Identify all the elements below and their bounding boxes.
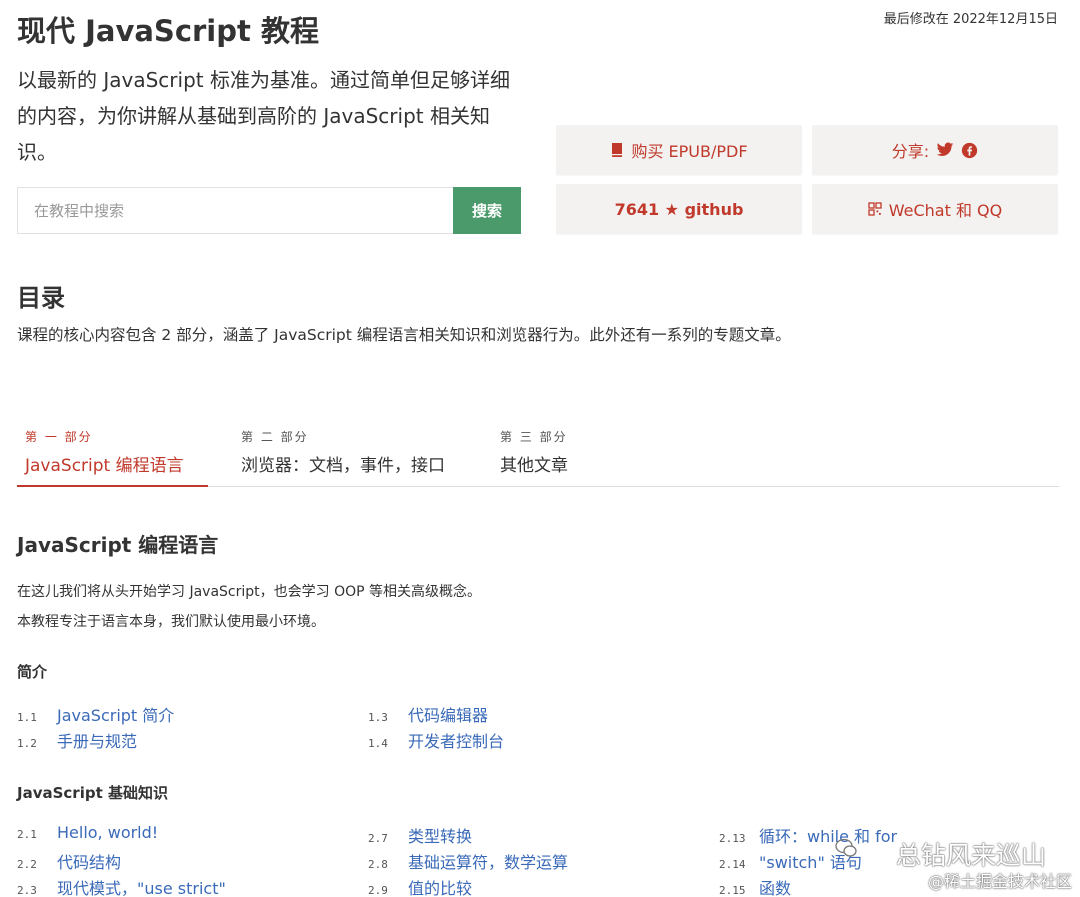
lesson-number: 2.8 — [368, 858, 388, 871]
lesson-item[interactable]: 2.13 循环：while 和 for — [719, 823, 897, 847]
lesson-link[interactable]: JavaScript 简介 — [57, 702, 174, 726]
lesson-item[interactable]: 2.9 值的比较 — [368, 875, 472, 897]
tab-title: JavaScript 编程语言 — [25, 456, 184, 476]
share-label: 分享: — [891, 142, 930, 161]
github-button[interactable]: 7641 ★ github — [556, 184, 802, 234]
section-title: 简介 — [17, 663, 48, 681]
wechat-watermark-icon — [835, 838, 857, 858]
lesson-item[interactable]: 2.2 代码结构 — [17, 849, 121, 873]
book-icon — [610, 142, 624, 158]
lesson-number: 2.14 — [719, 858, 746, 871]
share-button: 分享: — [812, 125, 1058, 175]
toc-heading: 目录 — [17, 284, 65, 312]
lesson-number: 2.3 — [17, 884, 37, 897]
page-title: 现代 JavaScript 教程 — [17, 14, 319, 48]
lesson-item[interactable]: 1.1 JavaScript 简介 — [17, 702, 174, 726]
toc-description: 课程的核心内容包含 2 部分，涵盖了 JavaScript 编程语言相关知识和浏… — [17, 326, 791, 344]
watermark-site: @稀土掘金技术社区 — [927, 872, 1072, 891]
lesson-link[interactable]: 代码编辑器 — [408, 702, 488, 726]
last-modified: 最后修改在 2022年12月15日 — [883, 12, 1058, 27]
twitter-icon[interactable] — [936, 142, 954, 158]
tab-kicker: 第 二 部分 — [241, 430, 309, 444]
lesson-item[interactable]: 2.7 类型转换 — [368, 823, 472, 847]
lesson-number: 1.2 — [17, 737, 37, 750]
tab-title: 浏览器：文档，事件，接口 — [241, 456, 445, 476]
tab-title: 其他文章 — [500, 456, 568, 476]
lesson-link[interactable]: 类型转换 — [408, 823, 472, 847]
lesson-link[interactable]: Hello, world! — [57, 823, 158, 842]
tab-part-3[interactable]: 第 三 部分 其他文章 — [500, 428, 568, 476]
lesson-item[interactable]: 2.1 Hello, world! — [17, 823, 158, 842]
tab-active-indicator — [17, 485, 208, 487]
lesson-link[interactable]: 开发者控制台 — [408, 728, 504, 752]
lesson-link[interactable]: 代码结构 — [57, 849, 121, 873]
lead-text: 以最新的 JavaScript 标准为基准。通过简单但足够详细的内容，为你讲解从… — [17, 68, 510, 164]
tab-kicker: 第 三 部分 — [500, 430, 568, 444]
lesson-number: 2.2 — [17, 858, 37, 871]
lesson-link[interactable]: 基础运算符，数学运算 — [408, 849, 568, 873]
lesson-number: 1.4 — [368, 737, 388, 750]
lesson-number: 2.15 — [719, 884, 746, 897]
github-label: 7641 ★ github — [614, 199, 744, 219]
lesson-number: 2.1 — [17, 828, 37, 841]
lesson-item[interactable]: 2.3 现代模式，"use strict" — [17, 875, 226, 897]
tab-kicker: 第 一 部分 — [25, 430, 93, 444]
lesson-number: 1.1 — [17, 711, 37, 724]
lesson-link[interactable]: 值的比较 — [408, 875, 472, 897]
lesson-number: 1.3 — [368, 711, 388, 724]
wechat-qq-button[interactable]: WeChat 和 QQ — [812, 184, 1058, 234]
lesson-link[interactable]: 现代模式，"use strict" — [57, 875, 226, 897]
lesson-link[interactable]: 循环：while 和 for — [759, 823, 897, 847]
lesson-item[interactable]: 1.2 手册与规范 — [17, 728, 137, 752]
tab-part-1[interactable]: 第 一 部分 JavaScript 编程语言 — [25, 428, 184, 476]
watermark-author: 总钻风来巡山 — [895, 841, 1046, 870]
lesson-item[interactable]: 1.3 代码编辑器 — [368, 702, 488, 726]
lesson-number: 2.9 — [368, 884, 388, 897]
lesson-link[interactable]: 函数 — [759, 875, 791, 897]
part-heading: JavaScript 编程语言 — [17, 533, 219, 557]
lesson-item[interactable]: 2.8 基础运算符，数学运算 — [368, 849, 568, 873]
buy-epub-pdf-button[interactable]: 购买 EPUB/PDF — [556, 125, 802, 175]
part-intro: 在这儿我们将从头开始学习 JavaScript，也会学习 OOP 等相关高级概念… — [17, 584, 482, 600]
lesson-link[interactable]: 手册与规范 — [57, 728, 137, 752]
lesson-item[interactable]: 2.15 函数 — [719, 875, 791, 897]
wechat-label: WeChat 和 QQ — [888, 201, 1003, 220]
lesson-item[interactable]: 1.4 开发者控制台 — [368, 728, 504, 752]
search-input[interactable] — [17, 187, 453, 234]
qrcode-icon — [868, 202, 882, 216]
search-bar: 搜索 — [17, 187, 521, 234]
lesson-number: 2.7 — [368, 832, 388, 845]
part-intro: 本教程专注于语言本身，我们默认使用最小环境。 — [17, 614, 325, 630]
lesson-number: 2.13 — [719, 832, 746, 845]
search-button[interactable]: 搜索 — [453, 187, 521, 234]
tab-part-2[interactable]: 第 二 部分 浏览器：文档，事件，接口 — [241, 428, 445, 476]
facebook-icon[interactable] — [961, 142, 978, 159]
buy-label: 购买 EPUB/PDF — [631, 142, 748, 161]
section-title: JavaScript 基础知识 — [17, 784, 168, 802]
